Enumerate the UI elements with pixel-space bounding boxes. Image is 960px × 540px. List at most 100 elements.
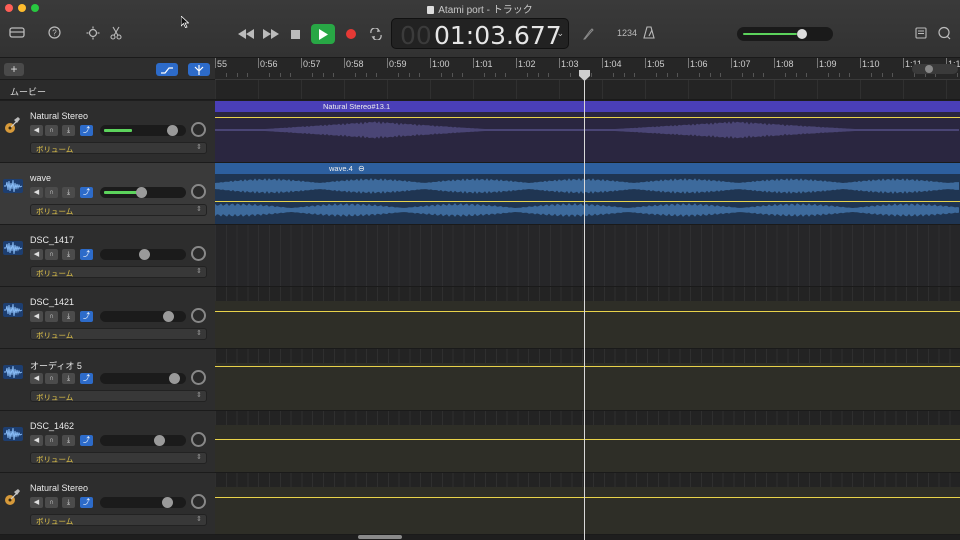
- mute-button[interactable]: ◀︎: [30, 497, 43, 508]
- track-name[interactable]: Natural Stereo: [30, 483, 88, 493]
- library-icon[interactable]: [9, 26, 25, 38]
- automation-toggle-button[interactable]: [156, 63, 178, 76]
- track-name[interactable]: DSC_1417: [30, 235, 74, 245]
- track-name[interactable]: Natural Stereo: [30, 111, 88, 121]
- movie-track-lane[interactable]: [215, 80, 960, 100]
- master-volume-slider[interactable]: [737, 27, 833, 41]
- volume-automation-line[interactable]: [215, 117, 960, 118]
- volume-knob[interactable]: [154, 435, 166, 446]
- track-name[interactable]: オーディオ 5: [30, 359, 82, 372]
- volume-automation-line[interactable]: [215, 439, 960, 440]
- automation-parameter-select[interactable]: ボリューム ⇕: [30, 390, 207, 402]
- track-automation-button[interactable]: ⤴: [80, 249, 93, 260]
- automation-parameter-select[interactable]: ボリューム ⇕: [30, 514, 207, 526]
- track-header[interactable]: wave ◀︎ ∩ ⤓ ⤴ ボリューム ⇕: [0, 163, 215, 225]
- volume-automation-line[interactable]: [215, 366, 960, 367]
- record-enable-button[interactable]: ⤓: [62, 249, 75, 260]
- track-volume-slider[interactable]: [100, 187, 186, 198]
- mute-button[interactable]: ◀︎: [30, 435, 43, 446]
- track-lane[interactable]: [215, 473, 960, 535]
- flex-pitch-button[interactable]: [188, 63, 210, 76]
- volume-automation-line[interactable]: [215, 311, 960, 312]
- loop-browser-icon[interactable]: [937, 26, 951, 40]
- volume-knob[interactable]: [163, 311, 175, 322]
- playhead[interactable]: [584, 70, 585, 540]
- rewind-button[interactable]: [236, 25, 255, 44]
- automation-parameter-select[interactable]: ボリューム ⇕: [30, 204, 207, 216]
- pan-knob[interactable]: [191, 246, 206, 261]
- pan-knob[interactable]: [191, 308, 206, 323]
- chevron-down-icon[interactable]: ⌄: [556, 28, 564, 39]
- track-volume-slider[interactable]: [100, 311, 186, 322]
- track-automation-button[interactable]: ⤴: [80, 187, 93, 198]
- track-header[interactable]: Natural Stereo ◀︎ ∩ ⤓ ⤴ ボリューム ⇕: [0, 101, 215, 163]
- volume-automation-line[interactable]: [215, 201, 960, 202]
- track-lane[interactable]: [215, 349, 960, 411]
- editors-scissors-icon[interactable]: [110, 26, 122, 40]
- pan-knob[interactable]: [191, 122, 206, 137]
- solo-headphones-button[interactable]: ∩: [45, 125, 58, 136]
- automation-parameter-select[interactable]: ボリューム ⇕: [30, 142, 207, 154]
- record-enable-button[interactable]: ⤓: [62, 497, 75, 508]
- mute-button[interactable]: ◀︎: [30, 373, 43, 384]
- track-lane[interactable]: wave.4 ⊖: [215, 163, 960, 225]
- track-name[interactable]: DSC_1462: [30, 421, 74, 431]
- track-lane[interactable]: [215, 411, 960, 473]
- region-waveform[interactable]: [215, 174, 960, 225]
- metronome-icon[interactable]: [643, 26, 655, 39]
- zoom-knob[interactable]: [925, 65, 933, 73]
- horizontal-scrollbar[interactable]: [358, 535, 402, 539]
- volume-knob[interactable]: [168, 373, 180, 384]
- automation-parameter-select[interactable]: ボリューム ⇕: [30, 328, 207, 340]
- track-name[interactable]: DSC_1421: [30, 297, 74, 307]
- solo-headphones-button[interactable]: ∩: [45, 311, 58, 322]
- mute-button[interactable]: ◀︎: [30, 249, 43, 260]
- record-enable-button[interactable]: ⤓: [62, 311, 75, 322]
- play-button[interactable]: [311, 24, 335, 44]
- track-lane[interactable]: Natural Stereo#13.1: [215, 101, 960, 163]
- record-enable-button[interactable]: ⤓: [62, 373, 75, 384]
- volume-knob[interactable]: [136, 187, 148, 198]
- cycle-button[interactable]: [366, 25, 385, 44]
- stop-button[interactable]: [286, 25, 305, 44]
- playhead-handle[interactable]: [579, 70, 590, 81]
- track-volume-slider[interactable]: [100, 373, 186, 384]
- solo-headphones-button[interactable]: ∩: [45, 497, 58, 508]
- master-volume-knob[interactable]: [797, 29, 807, 39]
- pan-knob[interactable]: [191, 370, 206, 385]
- record-button[interactable]: [341, 25, 360, 44]
- track-header[interactable]: DSC_1417 ◀︎ ∩ ⤓ ⤴ ボリューム ⇕: [0, 225, 215, 287]
- region-header[interactable]: wave.4 ⊖: [215, 163, 960, 174]
- track-automation-button[interactable]: ⤴: [80, 311, 93, 322]
- automation-parameter-select[interactable]: ボリューム ⇕: [30, 266, 207, 278]
- track-volume-slider[interactable]: [100, 249, 186, 260]
- track-header[interactable]: オーディオ 5 ◀︎ ∩ ⤓ ⤴ ボリューム ⇕: [0, 349, 215, 411]
- movie-track-header[interactable]: ムービー: [0, 80, 215, 100]
- track-header[interactable]: DSC_1421 ◀︎ ∩ ⤓ ⤴ ボリューム ⇕: [0, 287, 215, 349]
- pan-knob[interactable]: [191, 184, 206, 199]
- solo-headphones-button[interactable]: ∩: [45, 373, 58, 384]
- notepad-icon[interactable]: [915, 27, 927, 39]
- mute-button[interactable]: ◀︎: [30, 311, 43, 322]
- smart-controls-icon[interactable]: [86, 26, 100, 40]
- mute-button[interactable]: ◀︎: [30, 187, 43, 198]
- record-enable-button[interactable]: ⤓: [62, 125, 75, 136]
- lcd-display[interactable]: 00 01:03.677 ⌄: [391, 18, 569, 50]
- solo-headphones-button[interactable]: ∩: [45, 249, 58, 260]
- track-header[interactable]: Natural Stereo ◀︎ ∩ ⤓ ⤴ ボリューム ⇕: [0, 473, 215, 535]
- add-track-button[interactable]: +: [4, 63, 24, 76]
- track-name[interactable]: wave: [30, 173, 51, 183]
- mute-button[interactable]: ◀︎: [30, 125, 43, 136]
- help-icon[interactable]: ?: [48, 26, 61, 39]
- track-volume-slider[interactable]: [100, 125, 186, 136]
- solo-headphones-button[interactable]: ∩: [45, 435, 58, 446]
- region-header[interactable]: Natural Stereo#13.1: [215, 101, 960, 112]
- volume-knob[interactable]: [166, 125, 178, 136]
- record-enable-button[interactable]: ⤓: [62, 187, 75, 198]
- tuner-icon[interactable]: [582, 27, 594, 40]
- track-automation-button[interactable]: ⤴: [80, 497, 93, 508]
- count-in-button[interactable]: 1234: [617, 28, 637, 38]
- track-volume-slider[interactable]: [100, 435, 186, 446]
- solo-headphones-button[interactable]: ∩: [45, 187, 58, 198]
- automation-parameter-select[interactable]: ボリューム ⇕: [30, 452, 207, 464]
